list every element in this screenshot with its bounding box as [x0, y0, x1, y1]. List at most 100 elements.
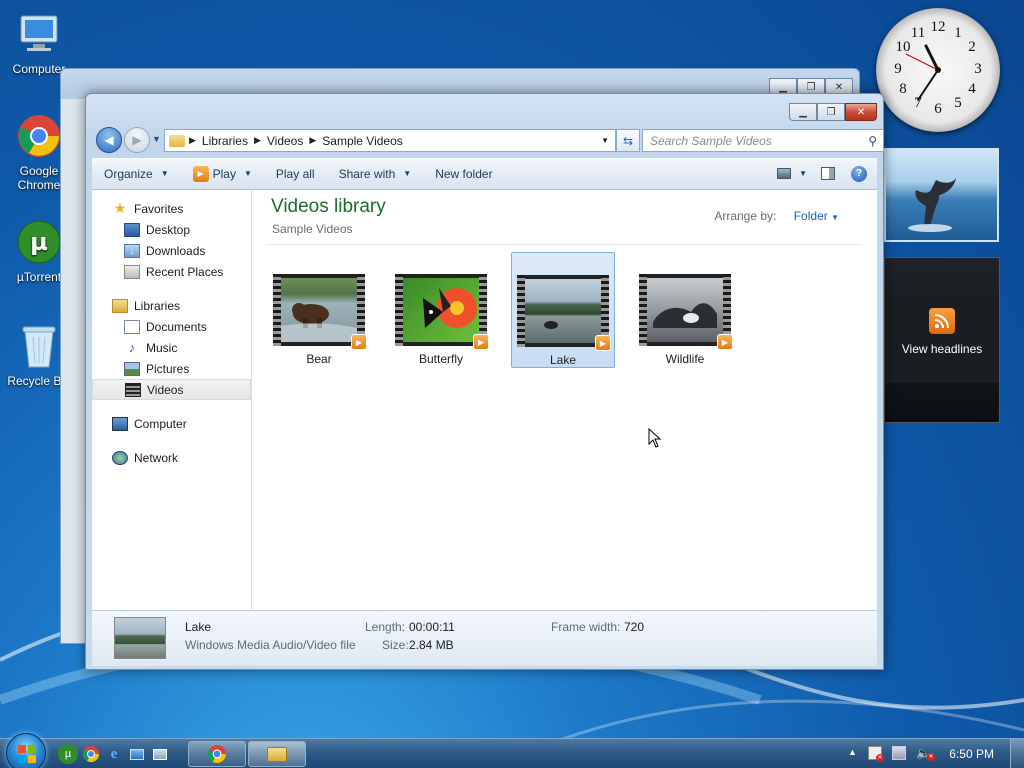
arrange-by: Arrange by: Folder ▼: [714, 209, 839, 223]
breadcrumb-videos[interactable]: Videos: [267, 134, 303, 148]
view-headlines-label[interactable]: View headlines: [902, 342, 983, 356]
navigation-bar: ◀ ▶ ▼ ▶ Libraries ▶ Videos ▶ Sample Vide…: [94, 126, 884, 153]
details-pane: Lake Windows Media Audio/Video file Leng…: [92, 610, 877, 666]
clock-gadget[interactable]: 12 1 2 3 4 5 6 7 8 9 10 11: [876, 8, 1000, 132]
rss-feed-gadget[interactable]: View headlines: [884, 257, 1000, 423]
wildlife-image: [647, 278, 723, 342]
help-button[interactable]: ?: [843, 158, 877, 189]
preview-pane-icon: [821, 167, 835, 180]
address-dropdown-icon[interactable]: ▼: [601, 136, 609, 145]
play-label: Play: [212, 166, 236, 181]
back-button[interactable]: ◀: [96, 127, 122, 153]
arrange-by-dropdown[interactable]: Folder ▼: [794, 209, 839, 223]
desktop-icon: [130, 748, 144, 760]
close-button[interactable]: ✕: [845, 103, 877, 121]
video-thumbnail: ▶: [273, 274, 367, 350]
breadcrumb-libraries[interactable]: Libraries: [202, 134, 248, 148]
details-file-type: Windows Media Audio/Video file: [185, 638, 356, 652]
explorer-window[interactable]: ▁ ❐ ✕ ◀ ▶ ▼ ▶ Libraries ▶ Videos ▶ Sampl…: [85, 93, 884, 670]
mouse-cursor-icon: [648, 428, 662, 448]
nav-computer[interactable]: Computer: [92, 413, 251, 434]
chrome-icon: [82, 746, 100, 763]
maximize-button[interactable]: ❐: [817, 103, 845, 121]
refresh-icon: ⇆: [622, 133, 634, 148]
show-hidden-icons-icon[interactable]: ▲: [848, 747, 857, 757]
desktop-icon-label: µTorrent: [16, 270, 62, 284]
file-name: Lake: [549, 353, 577, 367]
navigation-pane: ★ Favorites Desktop ↓ Downloads Recent P…: [92, 190, 252, 610]
nav-recent-places[interactable]: Recent Places: [92, 261, 251, 282]
new-folder-button[interactable]: New folder: [423, 158, 504, 189]
details-frame-width-label: Frame width:: [551, 620, 621, 634]
lake-image: [525, 279, 601, 343]
nav-music[interactable]: ♪ Music: [92, 337, 251, 358]
file-item-lake[interactable]: ▶ Lake: [511, 252, 615, 368]
windows-logo-icon: [18, 745, 36, 763]
file-name: Wildlife: [665, 352, 705, 366]
nav-desktop[interactable]: Desktop: [92, 219, 251, 240]
play-icon: ▶: [595, 335, 611, 351]
file-item-wildlife[interactable]: ▶ Wildlife: [633, 252, 737, 368]
organize-button[interactable]: Organize ▼: [92, 158, 181, 189]
refresh-button[interactable]: ⇆: [616, 129, 640, 152]
start-button[interactable]: [6, 733, 46, 768]
nav-downloads[interactable]: ↓ Downloads: [92, 240, 251, 261]
play-all-button[interactable]: Play all: [264, 158, 327, 189]
details-thumbnail: [114, 617, 166, 659]
slideshow-gadget[interactable]: [884, 148, 999, 242]
address-bar[interactable]: ▶ Libraries ▶ Videos ▶ Sample Videos ▼: [164, 129, 616, 152]
nav-pictures[interactable]: Pictures: [92, 358, 251, 379]
breadcrumb-chevron-icon[interactable]: ▶: [189, 135, 196, 146]
details-size-value: 2.84 MB: [409, 638, 454, 652]
nav-label: Computer: [134, 416, 187, 431]
rss-panel: View headlines: [885, 298, 999, 383]
quicklaunch-show-desktop[interactable]: [127, 744, 147, 764]
taskbar-button-explorer[interactable]: [248, 741, 306, 767]
change-view-button[interactable]: ▼: [771, 158, 813, 189]
nav-favorites[interactable]: ★ Favorites: [92, 198, 251, 219]
nav-label: Recent Places: [146, 264, 224, 279]
forward-button[interactable]: ▶: [124, 127, 150, 153]
breadcrumb-chevron-icon[interactable]: ▶: [254, 135, 261, 146]
quicklaunch-utorrent[interactable]: µ: [58, 744, 78, 764]
desktop-icon-computer[interactable]: Computer: [1, 10, 77, 76]
volume-muted-icon[interactable]: 🔈 ✕: [916, 746, 935, 761]
nav-videos[interactable]: Videos: [92, 379, 251, 400]
recent-places-icon: [124, 264, 140, 279]
nav-documents[interactable]: Documents: [92, 316, 251, 337]
internet-explorer-icon: e: [110, 745, 118, 762]
nav-libraries[interactable]: Libraries: [92, 295, 251, 316]
taskbar-button-chrome[interactable]: [188, 741, 246, 767]
file-name: Bear: [306, 352, 332, 366]
nav-label: Libraries: [134, 298, 181, 313]
action-center-icon[interactable]: ✕: [868, 746, 884, 762]
chevron-down-icon: ▼: [243, 169, 252, 178]
header-divider: [267, 244, 861, 245]
network-status-icon[interactable]: [892, 746, 906, 760]
breadcrumb-sample-videos[interactable]: Sample Videos: [322, 134, 403, 148]
nav-network[interactable]: Network: [92, 447, 251, 468]
file-item-bear[interactable]: ▶ Bear: [267, 252, 371, 368]
play-icon: ▶: [351, 334, 367, 350]
minimize-button[interactable]: ▁: [789, 103, 817, 121]
whale-tail-image: [908, 178, 956, 232]
quicklaunch-internet-explorer[interactable]: e: [104, 744, 124, 764]
details-length-label: Length:: [365, 620, 406, 634]
clock-hands: [905, 44, 941, 101]
taskbar-clock[interactable]: 6:50 PM: [949, 747, 994, 761]
show-desktop-button[interactable]: [1010, 739, 1024, 768]
breadcrumb-chevron-icon[interactable]: ▶: [309, 135, 316, 146]
butterfly-image: [403, 278, 479, 342]
nav-label: Videos: [147, 382, 184, 397]
share-with-button[interactable]: Share with ▼: [327, 158, 424, 189]
play-button[interactable]: ▶ Play ▼: [181, 158, 264, 189]
preview-pane-button[interactable]: [813, 158, 843, 189]
search-icon[interactable]: ⚲: [868, 134, 877, 148]
downloads-icon: ↓: [124, 243, 140, 258]
search-input[interactable]: Search Sample Videos ⚲: [642, 129, 884, 152]
recent-pages-chevron-icon[interactable]: ▼: [152, 134, 161, 144]
quicklaunch-chrome[interactable]: [81, 744, 101, 764]
file-item-butterfly[interactable]: ▶ Butterfly: [389, 252, 493, 368]
quicklaunch-switch-windows[interactable]: [150, 744, 170, 764]
help-icon: ?: [851, 165, 867, 182]
